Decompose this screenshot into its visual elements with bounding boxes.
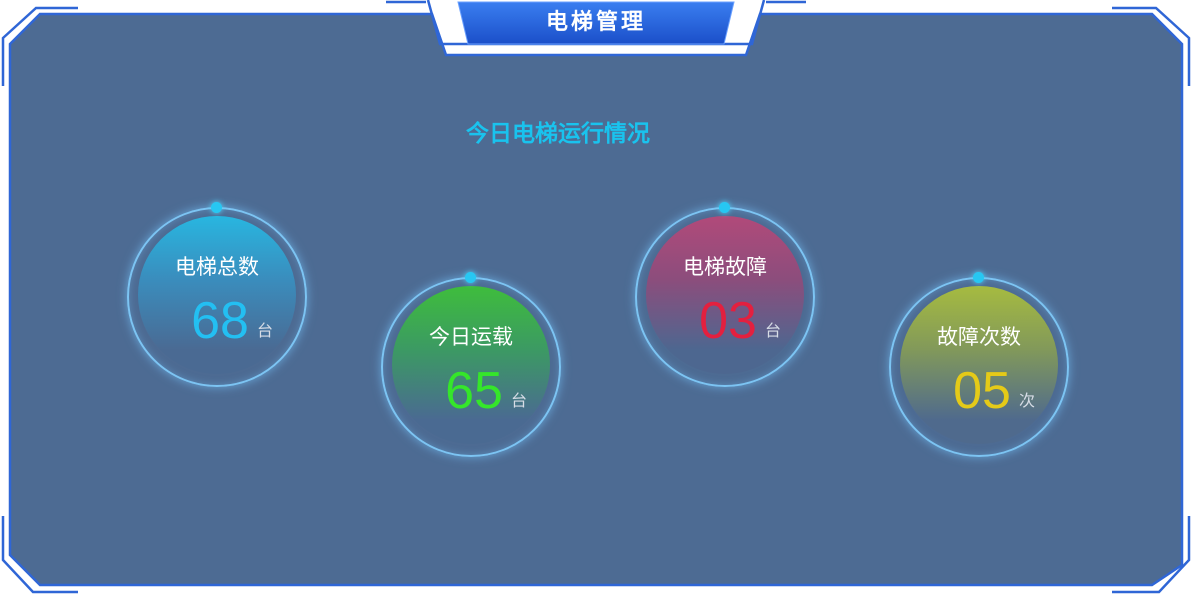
stat-label: 今日运载 [429, 325, 513, 349]
stat-total-elevators: 电梯总数 68 台 [127, 202, 307, 387]
stat-value: 05 [953, 362, 1011, 420]
elevator-dashboard-panel: 电梯管理 今日电梯运行情况 电梯总数 68 台 今日运载 65 台 电梯故障 0… [0, 0, 1192, 597]
stat-label: 电梯总数 [175, 255, 259, 279]
section-title: 今日电梯运行情况 [466, 121, 650, 147]
indicator-dot [973, 272, 984, 283]
stat-elevator-faults: 电梯故障 03 台 [635, 202, 815, 387]
stat-unit: 台 [511, 391, 528, 410]
stat-value: 68 [191, 292, 249, 350]
stat-value: 03 [699, 292, 757, 350]
stat-label: 故障次数 [937, 325, 1021, 349]
stat-unit: 台 [257, 321, 274, 340]
stat-label: 电梯故障 [683, 255, 767, 279]
indicator-dot [211, 202, 222, 213]
page-title: 电梯管理 [545, 10, 646, 35]
indicator-dot [719, 202, 730, 213]
stat-fault-count: 故障次数 05 次 [889, 272, 1069, 457]
indicator-dot [465, 272, 476, 283]
stat-unit: 台 [765, 321, 782, 340]
stat-today-loads: 今日运载 65 台 [381, 272, 561, 457]
stat-unit: 次 [1019, 391, 1036, 410]
stat-value: 65 [445, 362, 503, 420]
